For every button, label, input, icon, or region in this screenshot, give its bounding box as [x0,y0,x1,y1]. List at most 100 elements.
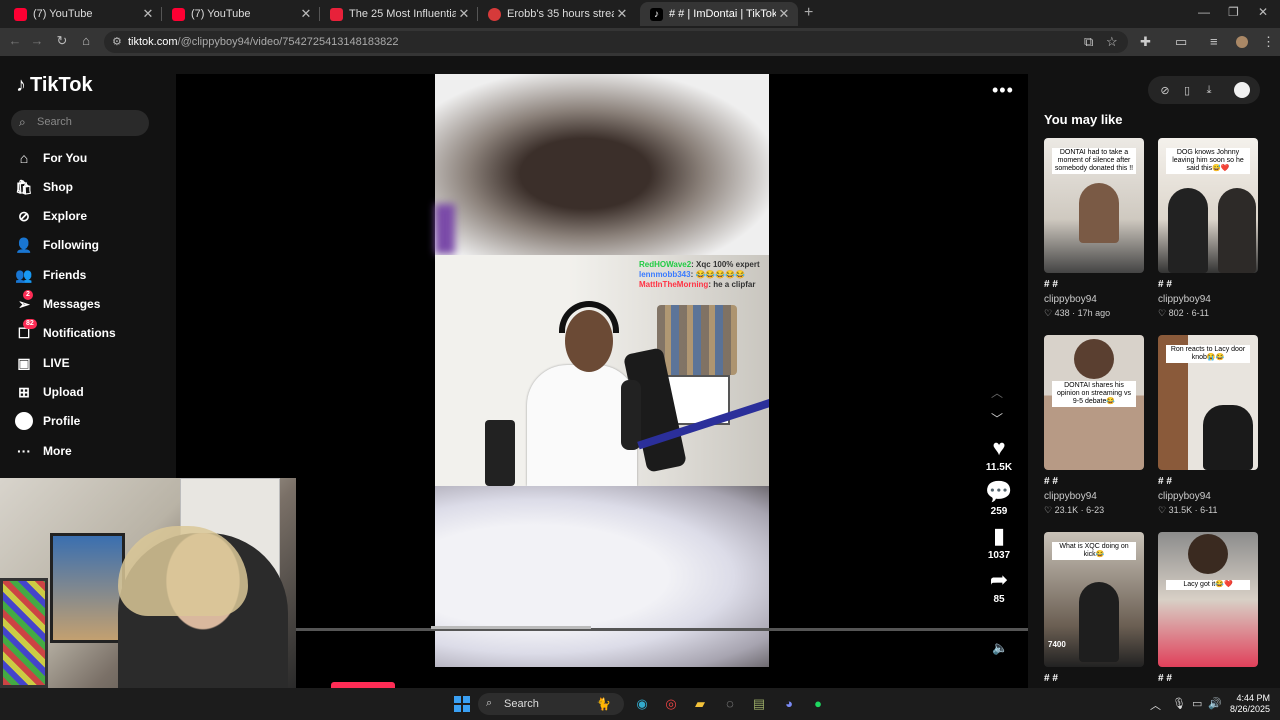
new-tab-button[interactable]: + [804,4,813,22]
profile-avatar[interactable] [1236,36,1248,48]
view-count: 7400 [1048,640,1066,649]
site-info-icon[interactable]: ⚙ [112,35,122,48]
share-arrow-icon: ➦ [989,567,1009,592]
sidebar-item-for-you[interactable]: ⌂ For You [15,147,87,169]
sidebar-item-live[interactable]: ▣ LIVE [15,352,69,374]
browser-tab[interactable]: Erobb's 35 hours stream in 2 mi ✕ [478,2,636,26]
install-app-icon[interactable]: ⧉ [1084,34,1093,50]
device-icon[interactable]: ▯ [1176,84,1198,97]
video-thumbnail[interactable]: Lacy got it😂❤️ [1158,532,1258,667]
tab-title: # # | ImDontai | TikTok [669,8,776,20]
volume-icon[interactable]: 🔊 [1208,697,1222,710]
taskbar-clock[interactable]: 4:44 PM 8/26/2025 [1224,693,1270,715]
close-tab-icon[interactable]: ✕ [140,6,156,22]
chevron-down-icon[interactable]: ﹀ [991,410,1003,427]
video-stage[interactable]: RedHOWave2: Xqc 100% expert lennmobb343:… [176,74,1028,688]
tiktok-note-icon: ♪ [16,74,26,96]
download-icon[interactable]: ⤓ [1198,84,1220,97]
chrome-icon[interactable]: ◎ [661,694,681,714]
chevron-up-icon[interactable]: ︿ [991,384,1003,401]
sidebar-item-shop[interactable]: 🛍 Shop [15,176,73,198]
more-options-icon[interactable]: ••• [992,80,1014,101]
bookmark-star-icon[interactable]: ☆ [1106,34,1118,50]
close-tab-icon[interactable]: ✕ [456,6,472,22]
recommended-video-card[interactable]: DOG knows Johnny leaving him soon so he … [1158,138,1258,319]
close-tab-icon[interactable]: ✕ [776,6,792,22]
coin-icon[interactable]: ⊘ [1154,84,1176,97]
sidebar-item-friends[interactable]: 👥 Friends [15,264,86,286]
tab-title: Erobb's 35 hours stream in 2 mi [507,8,614,20]
share-button[interactable]: ➦ 85 [982,567,1016,606]
extensions-icon[interactable]: ✚ [1140,34,1151,50]
browser-tab-active[interactable]: ♪ # # | ImDontai | TikTok ✕ [640,2,798,26]
taskbar-search[interactable]: ⌕ Search 🐈 [478,693,624,715]
youtube-icon [172,7,185,21]
video-thumbnail[interactable]: DOG knows Johnny leaving him soon so he … [1158,138,1258,273]
close-window-icon[interactable]: ✕ [1258,5,1268,19]
browser-tab-bar: (7) YouTube ✕ (7) YouTube ✕ The 25 Most … [0,0,1280,28]
sidebar-item-explore[interactable]: ⊘ Explore [15,205,87,227]
sidebar-item-profile[interactable]: Profile [15,410,80,432]
video-player[interactable]: RedHOWave2: Xqc 100% expert lennmobb343:… [435,74,769,667]
restore-icon[interactable]: ❐ [1228,5,1239,19]
minimize-icon[interactable]: — [1198,5,1210,19]
file-explorer-icon[interactable]: ▰ [690,694,710,714]
video-thumbnail[interactable]: Ron reacts to Lacy door knob😭😂 [1158,335,1258,470]
comment-button[interactable]: 💬 259 [982,480,1016,518]
sidebar-item-more[interactable]: ··· More [15,440,72,462]
video-progress-bar[interactable] [296,626,1028,631]
sidebar-item-label: Following [43,238,99,252]
reload-icon[interactable]: ↻ [53,33,71,49]
like-count: 11.5K [985,462,1013,473]
video-thumbnail[interactable]: DONTAI had to take a moment of silence a… [1044,138,1144,273]
browser-tab[interactable]: (7) YouTube ✕ [162,2,320,26]
recommended-video-card[interactable]: DONTAI shares his opinion on streaming v… [1044,335,1144,516]
search-box[interactable]: ⌕ [11,110,149,136]
microphone-icon[interactable]: 🎙 [1172,697,1186,710]
volume-icon[interactable]: 🔈 [992,640,1008,656]
tab-title: (7) YouTube [191,8,251,20]
spotify-icon[interactable]: ● [808,694,828,714]
recommended-video-card[interactable]: DONTAI had to take a moment of silence a… [1044,138,1144,319]
obs-icon[interactable]: ◌ [720,694,740,714]
menu-dots-icon[interactable]: ⋮ [1262,34,1275,50]
sidebar-icon[interactable]: ▭ [1175,34,1187,50]
close-tab-icon[interactable]: ✕ [298,6,314,22]
start-button[interactable] [454,696,470,712]
tiktok-logo[interactable]: ♪ TikTok [16,74,93,97]
sidebar-item-following[interactable]: 👤 Following [15,234,99,256]
save-button[interactable]: ▮ 1037 [982,523,1016,562]
user-avatar[interactable] [1234,82,1250,98]
network-icon[interactable]: ▭ [1192,697,1202,710]
profile-icon [15,412,33,430]
app-icon[interactable]: ▤ [749,694,769,714]
bookmark-icon: ▮ [992,523,1006,548]
browser-tab[interactable]: The 25 Most Influential Social M ✕ [320,2,478,26]
recommendations-heading: You may like [1044,112,1123,127]
video-thumbnail[interactable]: What is XQC doing on kick😂 7400 [1044,532,1144,667]
recommended-video-card[interactable]: What is XQC doing on kick😂 7400 # # [1044,532,1144,684]
sidebar-item-label: Notifications [43,326,116,340]
sidebar-item-upload[interactable]: ⊞ Upload [15,381,84,403]
heart-icon: ♡ [1044,505,1055,515]
video-thumbnail[interactable]: DONTAI shares his opinion on streaming v… [1044,335,1144,470]
search-input[interactable] [37,116,141,128]
video-frame: RedHOWave2: Xqc 100% expert lennmobb343:… [435,255,769,486]
browser-tab[interactable]: (7) YouTube ✕ [4,2,162,26]
like-button[interactable]: ♥ 11.5K [982,436,1016,474]
edge-icon[interactable]: ◉ [632,694,652,714]
back-icon[interactable]: ← [6,33,24,48]
recommended-video-card[interactable]: Ron reacts to Lacy door knob😭😂 # # clipp… [1158,335,1258,516]
close-tab-icon[interactable]: ✕ [614,6,630,22]
media-controls-icon[interactable]: ≡ [1210,34,1218,49]
address-bar[interactable]: ⚙ tiktok.com/@clippyboy94/video/75427254… [104,31,1128,53]
recommended-video-card[interactable]: Lacy got it😂❤️ # # [1158,532,1258,684]
discord-icon[interactable]: ◕ [779,694,799,714]
forward-icon[interactable]: → [28,33,46,48]
chevron-up-icon[interactable]: ︿ [1150,697,1161,713]
url-text: tiktok.com/@clippyboy94/video/7542725413… [128,36,399,48]
sidebar-item-notifications[interactable]: ☐ 82 Notifications [15,318,116,344]
windows-taskbar: ⌕ Search 🐈 ◉ ◎ ▰ ◌ ▤ ◕ ● ︿ 🎙 ▭ 🔊 4:44 PM… [0,688,1280,720]
home-icon[interactable]: ⌂ [77,33,95,48]
sidebar-item-messages[interactable]: ➢ 2 Messages [15,289,100,315]
